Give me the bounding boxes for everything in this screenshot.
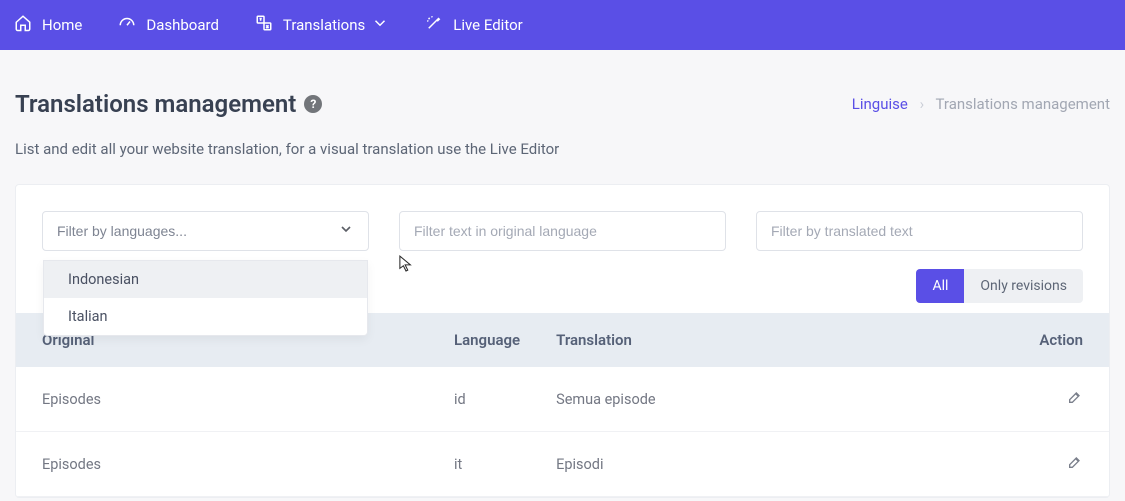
- top-nav: Home Dashboard Translations Live Editor: [0, 0, 1125, 50]
- cell-language: it: [436, 432, 538, 497]
- original-text-filter[interactable]: [399, 211, 726, 251]
- translate-icon: [255, 14, 273, 36]
- edit-icon[interactable]: [1067, 392, 1083, 409]
- nav-translations[interactable]: Translations: [255, 14, 389, 36]
- language-filter-input[interactable]: [57, 223, 338, 239]
- table-row: Episodes it Episodi: [16, 432, 1109, 497]
- nav-translations-label: Translations: [283, 16, 365, 34]
- nav-live-editor[interactable]: Live Editor: [425, 14, 522, 36]
- breadcrumb-link[interactable]: Linguise: [852, 95, 908, 113]
- chevron-down-icon: [338, 221, 354, 241]
- table-row: Episodes id Semua episode: [16, 367, 1109, 432]
- cell-translation: Episodi: [538, 432, 1021, 497]
- th-language[interactable]: Language: [436, 313, 538, 367]
- gauge-icon: [118, 14, 136, 36]
- translations-table: Original Language Translation Action Epi…: [16, 313, 1109, 497]
- toggle-only-revisions[interactable]: Only revisions: [964, 269, 1083, 303]
- th-action: Action: [1021, 313, 1109, 367]
- nav-live-editor-label: Live Editor: [453, 16, 522, 34]
- breadcrumb-current: Translations management: [936, 95, 1110, 113]
- breadcrumb-separator: ›: [920, 95, 925, 113]
- toggle-all[interactable]: All: [916, 269, 964, 303]
- translated-text-filter[interactable]: [756, 211, 1083, 251]
- revision-toggle: All Only revisions: [916, 269, 1083, 303]
- nav-home[interactable]: Home: [14, 14, 82, 36]
- cell-original: Episodes: [16, 367, 436, 432]
- filter-card: Indonesian Italian All Only revisions Or…: [15, 184, 1110, 498]
- page-title: Translations management: [15, 90, 296, 118]
- nav-dashboard[interactable]: Dashboard: [118, 14, 219, 36]
- edit-icon[interactable]: [1067, 457, 1083, 474]
- dropdown-item-indonesian[interactable]: Indonesian: [44, 261, 367, 298]
- dropdown-item-italian[interactable]: Italian: [44, 298, 367, 335]
- help-icon[interactable]: ?: [304, 95, 322, 113]
- th-translation[interactable]: Translation: [538, 313, 1021, 367]
- nav-dashboard-label: Dashboard: [146, 16, 219, 34]
- home-icon: [14, 14, 32, 36]
- cell-translation: Semua episode: [538, 367, 1021, 432]
- wand-icon: [425, 14, 443, 36]
- page-header: Translations management ? Linguise › Tra…: [15, 90, 1110, 118]
- cell-language: id: [436, 367, 538, 432]
- language-dropdown: Indonesian Italian: [43, 260, 368, 336]
- nav-home-label: Home: [42, 16, 82, 34]
- cell-original: Episodes: [16, 432, 436, 497]
- chevron-down-icon: [371, 14, 389, 36]
- breadcrumb: Linguise › Translations management: [852, 95, 1110, 113]
- language-filter-select[interactable]: Indonesian Italian: [42, 211, 369, 251]
- page-subtitle: List and edit all your website translati…: [15, 140, 1110, 158]
